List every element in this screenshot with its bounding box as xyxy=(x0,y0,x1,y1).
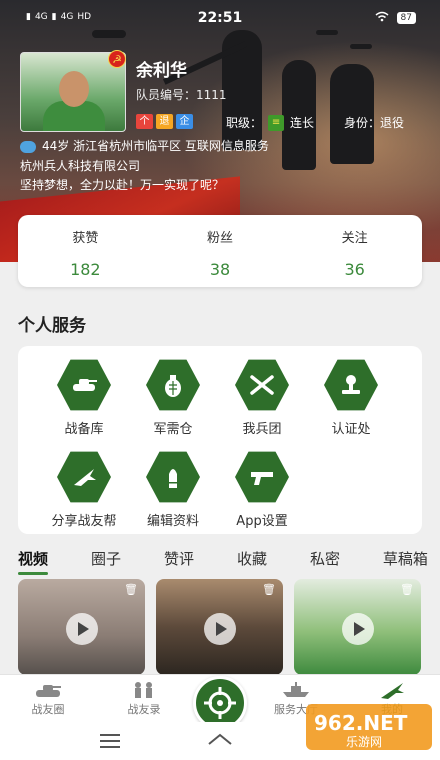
gender-icon xyxy=(20,140,36,153)
party-badge-icon: ☭ xyxy=(108,50,126,68)
identity: 身份：退役 xyxy=(344,116,405,130)
crossed-guns-icon xyxy=(235,359,289,411)
stat-label: 关注 xyxy=(341,231,368,246)
tab-circles[interactable]: 圈子 xyxy=(91,548,121,573)
video-thumbnail[interactable]: 🗑 xyxy=(18,579,145,675)
stat-following[interactable]: 关注 36 xyxy=(287,215,422,287)
rank-value: 连长 xyxy=(290,116,315,130)
tab-drafts[interactable]: 草稿箱 xyxy=(383,548,428,573)
service-supply[interactable]: 军需仓 xyxy=(133,358,213,437)
play-icon[interactable] xyxy=(204,613,236,645)
crosshair-icon xyxy=(204,687,236,719)
services-panel: 战备库 军需仓 我兵团 认证处 分享战友帮 编辑资料 App设置 xyxy=(18,346,422,534)
status-right: 87 xyxy=(375,11,416,25)
tank-icon xyxy=(57,359,111,411)
video-thumbnail[interactable]: 🗑 xyxy=(294,579,421,675)
tag-personal: 个 xyxy=(136,114,153,129)
rank-label: 职级： xyxy=(226,116,263,130)
stat-value: 182 xyxy=(70,260,101,279)
section-title: 个人服务 xyxy=(18,316,86,336)
stat-value: 36 xyxy=(344,260,365,279)
nav-comrade-list[interactable]: 战友录 xyxy=(104,679,184,717)
service-label: 战备库 xyxy=(64,422,104,437)
play-icon[interactable] xyxy=(342,613,374,645)
stats-card: 获赞 182 粉丝 38 关注 36 xyxy=(18,215,422,287)
soldiers-icon xyxy=(104,679,184,701)
home-icon[interactable] xyxy=(207,732,233,746)
stamp-icon xyxy=(324,359,378,411)
service-certification[interactable]: 认证处 xyxy=(311,358,391,437)
service-edit-profile[interactable]: 编辑资料 xyxy=(133,450,213,529)
stat-fans[interactable]: 粉丝 38 xyxy=(153,215,288,287)
watermark-logo: 962.NET 乐游网 xyxy=(306,704,432,750)
bullet-icon xyxy=(146,451,200,503)
stat-label: 粉丝 xyxy=(207,231,234,246)
service-armory[interactable]: 战备库 xyxy=(44,358,124,437)
user-info-text: 44岁 浙江省杭州市临平区 互联网信息服务 xyxy=(42,139,269,153)
jet-icon xyxy=(352,679,432,701)
nav-label: 战友圈 xyxy=(31,703,65,716)
user-info: 44岁 浙江省杭州市临平区 互联网信息服务 xyxy=(20,137,269,154)
motto: 坚持梦想，全力以赴！万一实现了呢？ xyxy=(20,178,225,192)
tab-likes-comments[interactable]: 赞评 xyxy=(164,548,194,573)
avatar-face xyxy=(59,71,89,107)
jet-icon xyxy=(57,451,111,503)
service-label: 认证处 xyxy=(331,422,371,437)
service-label: App设置 xyxy=(236,514,288,529)
tab-private[interactable]: 私密 xyxy=(310,548,340,573)
service-corps[interactable]: 我兵团 xyxy=(222,358,302,437)
plane-silhouette xyxy=(350,44,372,49)
grenade-icon xyxy=(146,359,200,411)
status-bar: ▮ 4G ▮ 4G HD 22:51 87 xyxy=(0,0,440,38)
service-app-settings[interactable]: App设置 xyxy=(222,450,302,529)
tank-icon xyxy=(8,679,88,701)
svg-text:乐游网: 乐游网 xyxy=(346,735,382,749)
delete-icon[interactable]: 🗑 xyxy=(399,583,415,599)
play-icon[interactable] xyxy=(66,613,98,645)
stat-likes[interactable]: 获赞 182 xyxy=(18,215,153,287)
tag-enterprise: 企 xyxy=(176,114,193,129)
ship-icon xyxy=(256,679,336,701)
user-tags: 个 退 企 xyxy=(136,114,193,129)
nav-label: 战友录 xyxy=(127,703,161,716)
rank-icon: ≡ xyxy=(268,114,285,131)
menu-icon[interactable] xyxy=(100,734,120,752)
user-name: 余利华 xyxy=(136,61,187,81)
service-label: 编辑资料 xyxy=(146,514,199,529)
tag-retired: 退 xyxy=(156,114,173,129)
battery-icon: 87 xyxy=(396,12,416,24)
rank: 职级： ≡ 连长 xyxy=(226,114,314,131)
stat-value: 38 xyxy=(209,260,231,279)
service-label: 我兵团 xyxy=(242,422,282,437)
tab-favorites[interactable]: 收藏 xyxy=(237,548,267,573)
company-name: 杭州兵人科技有限公司 xyxy=(20,159,141,173)
content-tabs: 视频 圈子 赞评 收藏 私密 草稿箱 xyxy=(18,548,428,575)
delete-icon[interactable]: 🗑 xyxy=(123,583,139,599)
video-thumbnail[interactable]: 🗑 xyxy=(156,579,283,675)
pistol-icon xyxy=(235,451,289,503)
wifi-icon xyxy=(375,11,389,25)
service-label: 分享战友帮 xyxy=(51,514,117,529)
stat-label: 获赞 xyxy=(72,231,99,246)
tab-videos[interactable]: 视频 xyxy=(18,548,49,575)
service-label: 军需仓 xyxy=(153,422,193,437)
video-grid: 🗑 🗑 🗑 xyxy=(18,579,422,675)
service-share[interactable]: 分享战友帮 xyxy=(44,450,124,529)
nav-comrade-circle[interactable]: 战友圈 xyxy=(8,679,88,717)
svg-text:962.NET: 962.NET xyxy=(314,711,408,735)
delete-icon[interactable]: 🗑 xyxy=(261,583,277,599)
member-number: 队员编号：1111 xyxy=(136,88,227,102)
